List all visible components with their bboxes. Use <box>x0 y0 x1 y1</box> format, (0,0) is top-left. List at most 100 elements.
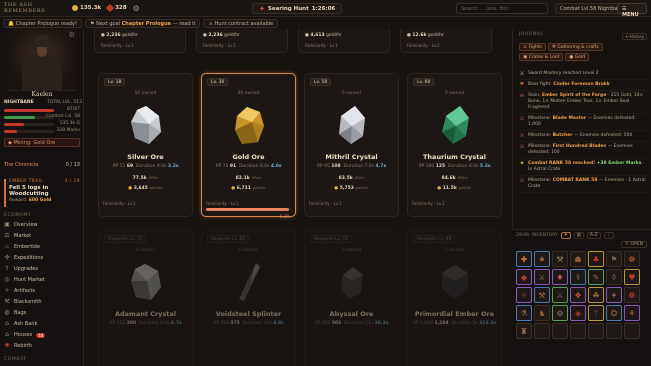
open-button[interactable]: ⇱ OPEN <box>621 241 647 248</box>
portrait-settings-icon[interactable]: ⚙ <box>69 31 75 39</box>
nav-upgrades[interactable]: ⇧ Upgrades <box>4 264 82 274</box>
inventory-slot[interactable]: ❁ <box>624 287 640 303</box>
hunt-timer[interactable]: ✦ Searing Hunt 1:26:06 <box>252 3 343 14</box>
inventory-slot[interactable]: ⚔ <box>552 287 568 303</box>
chronicle-row[interactable]: The Chronicle 0 / 13 <box>4 162 80 168</box>
ore-card-voidsteel[interactable]: Requires Lv. 85 0 owned Voidsteel Splint… <box>201 230 296 366</box>
nav-rebirth[interactable]: ✺ Rebirth <box>4 341 82 351</box>
sort-rarity-button[interactable]: ✦ <box>560 232 571 239</box>
nav-bags[interactable]: ◍ Bags <box>4 308 82 318</box>
inventory-slot[interactable]: ☘ <box>588 287 604 303</box>
mining-status[interactable]: ◆ Mining: Gold Ore <box>4 138 80 147</box>
sword-icon: ⚔ <box>519 70 525 77</box>
inventory-slot[interactable]: ♜ <box>516 323 532 339</box>
card-level: Lv. 30 <box>207 78 229 86</box>
sort-alpha-button[interactable]: A-Z <box>586 232 601 239</box>
sort-type-button[interactable]: ▤ <box>573 232 584 239</box>
strip-card[interactable]: ● 12.6k gold/hr Familiarity · Lv.1 <box>400 29 492 53</box>
ember-trail-quest[interactable]: EMBER TRAIL 3 / 19 Fell 5 logs in Woodcu… <box>4 179 80 207</box>
journal-entry: ⚔ Milestone: Blade Master — Enemies defea… <box>517 114 649 131</box>
nav-overview[interactable]: ▣ Overview <box>4 220 82 230</box>
ore-card-mithril[interactable]: Lv. 50 0 owned Mithril Crystal XP 95 108… <box>304 73 399 217</box>
gold-value: 135.3k G <box>59 121 80 126</box>
filter-gathering[interactable]: ⚒ Gathering & crafts <box>547 43 603 51</box>
nav-blacksmith[interactable]: ⚒ Blacksmith <box>4 297 82 307</box>
filter-crates[interactable]: ▣ Crates & Loot <box>519 53 564 61</box>
nav-ash-bank[interactable]: ⌂ Ash Bank <box>4 319 82 329</box>
character-name: Kaelen <box>31 91 53 98</box>
nav-houses[interactable]: ⌂ Houses 44 <box>4 330 82 340</box>
ore-card-thaurium[interactable]: Lv. 60 0 owned Thaurium Crystal XP 100 1… <box>407 73 502 217</box>
character-portrait[interactable]: ⚙ <box>7 29 77 91</box>
inventory-slot[interactable] <box>606 323 622 339</box>
inventory-slot[interactable] <box>624 323 640 339</box>
inventory-slot[interactable] <box>588 323 604 339</box>
card-level: Requires Lv. 70 <box>104 235 147 243</box>
inventory-slot[interactable]: ⚗ <box>516 305 532 321</box>
inventory-slot[interactable]: ⚒ <box>552 251 568 267</box>
nav-hunt-market[interactable]: ◎ Hunt Market <box>4 275 82 285</box>
gems-resource: 328 <box>105 3 127 13</box>
inventory-slot[interactable]: ❖ <box>570 287 586 303</box>
card-owned: 0 owned <box>444 248 465 253</box>
nav-market[interactable]: ⚖ Market <box>4 231 82 241</box>
settings-resource[interactable]: ⚙ <box>133 4 140 13</box>
inventory-slot[interactable]: ✧ <box>516 287 532 303</box>
gold-ore-icon <box>235 107 264 144</box>
card-level: Requires Lv. 99 <box>413 235 456 243</box>
inventory-slot[interactable]: ♞ <box>534 305 550 321</box>
sort-options-button[interactable]: ⋮ <box>603 232 615 239</box>
inventory-slot[interactable]: ✚ <box>516 251 532 267</box>
house-icon: ⌂ <box>5 331 9 338</box>
inventory-slot[interactable]: ⚚ <box>588 305 604 321</box>
inventory-slot[interactable] <box>534 323 550 339</box>
history-button[interactable]: ⟲ History <box>622 33 647 40</box>
inventory-slot[interactable]: ⚕ <box>570 269 586 285</box>
card-name: Adamant Crystal <box>114 310 177 318</box>
nav-expeditions[interactable]: ✣ Expeditions <box>4 253 82 263</box>
card-xp-row: XP 75 91 Duration 6.0s 4.0s <box>215 164 282 169</box>
card-xp-row: XP 300 375 Duration 10s 8.8s <box>213 321 284 326</box>
strip-card[interactable]: ● 4,613 gold/hr Familiarity · Lv.1 <box>298 29 390 53</box>
ore-card-silver[interactable]: Lv. 18 50 owned Silver Ore XP 55 69 Dura… <box>98 73 193 217</box>
hunt-contract-chip[interactable]: ⚔ Hunt contract available <box>203 18 279 28</box>
strip-card[interactable]: ● 2,236 gold/hr Familiarity · Lv.1 <box>94 29 186 53</box>
inventory-slot[interactable]: ⚑ <box>606 251 622 267</box>
filter-fights[interactable]: ⚔ Fights <box>519 43 546 51</box>
inventory-slot[interactable]: ☗ <box>570 251 586 267</box>
inventory-slot[interactable]: ❁ <box>624 251 640 267</box>
inventory-slot[interactable]: ♠ <box>534 251 550 267</box>
inventory-slot[interactable]: ⚘ <box>624 305 640 321</box>
inventory-slot[interactable]: ⚱ <box>606 269 622 285</box>
inventory-slot[interactable]: ✦ <box>606 287 622 303</box>
next-goal-chip[interactable]: ⚑ Next goal Chapter Prologue — read it <box>85 18 201 28</box>
inventory-slot[interactable]: ◆ <box>516 269 532 285</box>
inventory-slot[interactable]: ◈ <box>570 305 586 321</box>
inventory-slot[interactable]: ♦ <box>552 269 568 285</box>
menu-button[interactable]: ☰ MENU <box>617 3 647 18</box>
inventory-slot[interactable] <box>570 323 586 339</box>
card-gold-rate: ● 5,753 gold/hr <box>334 186 369 191</box>
inventory-panel: 29/46 INVENTORY ✦ ▤ A-Z ⋮ ⇱ OPEN ✚ ♠ ⚒ ☗… <box>512 229 651 366</box>
nav-label: Embertide <box>14 244 40 250</box>
ore-card-adamant[interactable]: Requires Lv. 70 0 owned Adamant Crystal … <box>98 230 193 366</box>
journal-entries: ⚔ Sword Mastery reached Level 2 ⚑ Boss fig… <box>517 69 649 250</box>
filter-gold[interactable]: ● Gold <box>565 53 590 61</box>
chapter-ready-chip[interactable]: 🔔 Chapter Prologue ready! <box>3 18 83 28</box>
inventory-slot[interactable]: ⚒ <box>534 287 550 303</box>
inventory-slot[interactable]: ⚙ <box>552 305 568 321</box>
inventory-slot[interactable]: ✎ <box>588 269 604 285</box>
inventory-slot[interactable]: ⚔ <box>534 269 550 285</box>
ore-card-primordial[interactable]: Requires Lv. 99 0 owned Primordial Ember… <box>407 230 502 366</box>
nav-artifacts[interactable]: ✧ Artifacts <box>4 286 82 296</box>
search-input[interactable]: Search ... (ore, fist) <box>456 3 548 14</box>
strip-card[interactable]: ● 2,236 gold/hr Familiarity · Lv.1 <box>196 29 288 53</box>
inventory-slot[interactable]: ♥ <box>624 269 640 285</box>
inventory-slot[interactable]: ✪ <box>606 305 622 321</box>
ore-card-abyssal[interactable]: Requires Lv. 92 0 owned Abyssal Ore XP 4… <box>304 230 399 366</box>
gear-icon[interactable]: ⚙ <box>133 4 140 13</box>
nav-embertide[interactable]: ♨ Embertide <box>4 242 82 252</box>
inventory-slot[interactable] <box>552 323 568 339</box>
ore-card-gold[interactable]: Lv. 30 40 owned Gold Ore XP 75 91 Durati… <box>201 73 296 219</box>
inventory-slot[interactable]: ♣ <box>588 251 604 267</box>
